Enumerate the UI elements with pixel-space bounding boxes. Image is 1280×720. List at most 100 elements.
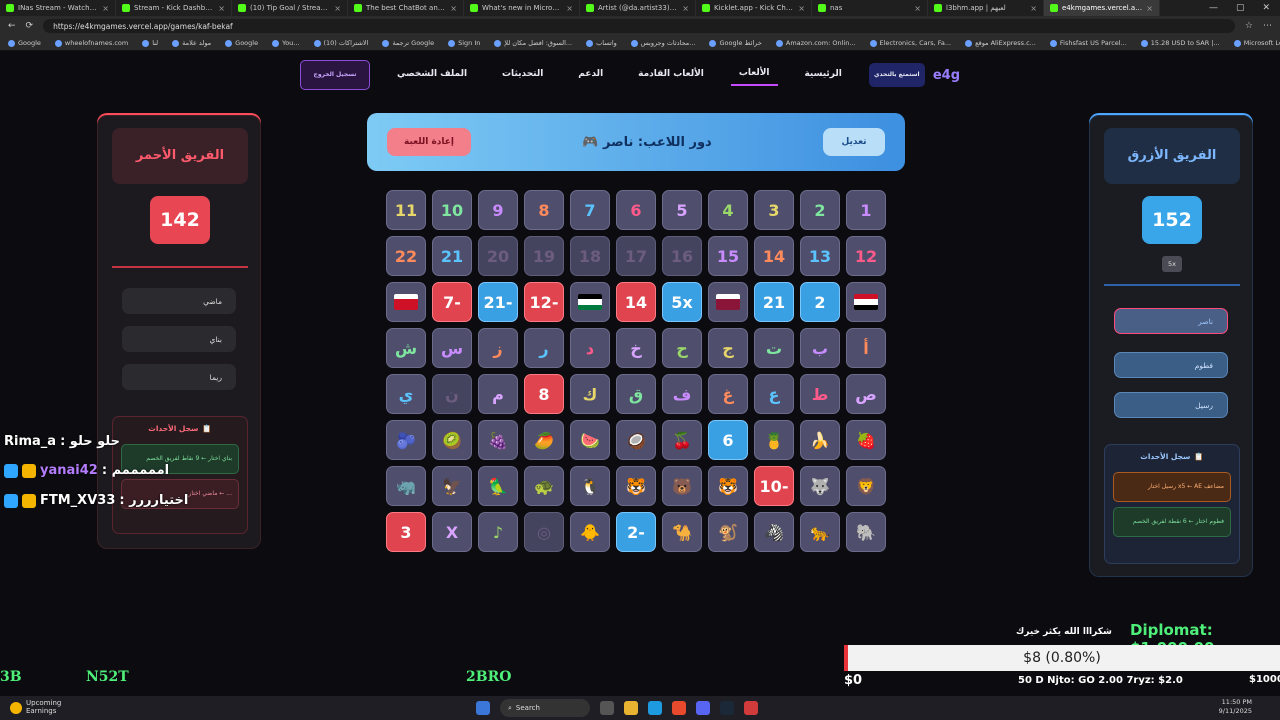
- board-cell[interactable]: س: [432, 328, 472, 368]
- close-icon[interactable]: ✕: [1262, 3, 1270, 13]
- bookmark[interactable]: wheelofnames.com: [54, 39, 128, 47]
- board-cell[interactable]: 6: [708, 420, 748, 460]
- reset-game-button[interactable]: إعادة اللعبة: [387, 128, 471, 156]
- board-cell[interactable]: ت: [754, 328, 794, 368]
- close-tab-icon[interactable]: ×: [334, 4, 341, 13]
- bookmark[interactable]: Microsoft Learning: [1233, 39, 1280, 47]
- board-cell[interactable]: 🐯: [616, 466, 656, 506]
- board-cell[interactable]: 🍓: [846, 420, 886, 460]
- board-cell[interactable]: 15: [708, 236, 748, 276]
- board-cell[interactable]: 3: [754, 190, 794, 230]
- nav-home[interactable]: الرئيسية: [796, 65, 849, 85]
- board-cell[interactable]: ص: [846, 374, 886, 414]
- bookmark[interactable]: Sign In: [448, 39, 480, 47]
- board-cell[interactable]: 🐪: [662, 512, 702, 552]
- red-player-2[interactable]: بناي: [122, 326, 236, 352]
- board-cell[interactable]: ط: [800, 374, 840, 414]
- board-cell[interactable]: 21: [754, 282, 794, 322]
- board-cell[interactable]: 19: [524, 236, 564, 276]
- browser-tab[interactable]: INas Stream - Watch Live on Ki... ×: [0, 0, 116, 16]
- board-cell[interactable]: 14: [616, 282, 656, 322]
- board-cell[interactable]: ق: [616, 374, 656, 414]
- board-cell[interactable]: 2: [800, 282, 840, 322]
- edge-icon[interactable]: [648, 701, 662, 715]
- refresh-icon[interactable]: ⟳: [26, 21, 34, 31]
- blue-player-2[interactable]: فطوم: [1114, 352, 1228, 378]
- browser-tab[interactable]: Stream - Kick Dashboard ×: [116, 0, 232, 16]
- red-player-3[interactable]: ريما: [122, 364, 236, 390]
- close-tab-icon[interactable]: ×: [914, 4, 921, 13]
- board-cell[interactable]: 16: [662, 236, 702, 276]
- nav-profile[interactable]: الملف الشخصي: [389, 65, 475, 85]
- edit-button[interactable]: تعديل: [823, 128, 885, 156]
- board-cell[interactable]: 7: [570, 190, 610, 230]
- board-cell[interactable]: 14: [754, 236, 794, 276]
- board-cell[interactable]: 🐆: [800, 512, 840, 552]
- board-cell[interactable]: 🐥: [570, 512, 610, 552]
- board-cell[interactable]: 8: [524, 190, 564, 230]
- board-cell[interactable]: 18: [570, 236, 610, 276]
- board-cell[interactable]: ب: [800, 328, 840, 368]
- board-cell[interactable]: ش: [386, 328, 426, 368]
- board-cell[interactable]: م: [478, 374, 518, 414]
- board-cell[interactable]: 🍌: [800, 420, 840, 460]
- board-cell[interactable]: ز: [478, 328, 518, 368]
- board-cell[interactable]: 10: [432, 190, 472, 230]
- bookmark[interactable]: 15.28 USD to SAR |...: [1140, 39, 1220, 47]
- close-tab-icon[interactable]: ×: [102, 4, 109, 13]
- bookmark[interactable]: واتساب: [586, 39, 617, 47]
- board-cell[interactable]: 🫐: [386, 420, 426, 460]
- board-cell[interactable]: 🍒: [662, 420, 702, 460]
- board-cell[interactable]: غ: [708, 374, 748, 414]
- close-tab-icon[interactable]: ×: [218, 4, 225, 13]
- board-cell[interactable]: 🐻: [662, 466, 702, 506]
- browser-tab[interactable]: Artist (@da.artist33) | Tik... ×: [580, 0, 696, 16]
- board-cell[interactable]: 5x: [662, 282, 702, 322]
- board-cell[interactable]: 🐢: [524, 466, 564, 506]
- board-cell[interactable]: 🦏: [386, 466, 426, 506]
- browser-tab[interactable]: (10) Tip Goal / Streamlabs ×: [232, 0, 348, 16]
- board-cell[interactable]: 🦓: [754, 512, 794, 552]
- board-cell[interactable]: ◎: [524, 512, 564, 552]
- discord-icon[interactable]: [696, 701, 710, 715]
- blue-player-1[interactable]: ناصر: [1114, 308, 1228, 334]
- close-tab-icon[interactable]: ×: [450, 4, 457, 13]
- bookmark[interactable]: Electronics, Cars, Fa...: [869, 39, 951, 47]
- logout-button[interactable]: تسجيل الخروج: [300, 60, 370, 90]
- board-cell[interactable]: ك: [570, 374, 610, 414]
- weather-widget[interactable]: Upcoming Earnings: [0, 700, 160, 715]
- board-cell[interactable]: ح: [662, 328, 702, 368]
- board-cell[interactable]: 10-: [754, 466, 794, 506]
- obs-icon[interactable]: [744, 701, 758, 715]
- board-cell[interactable]: 5: [662, 190, 702, 230]
- board-cell[interactable]: 🐺: [800, 466, 840, 506]
- close-tab-icon[interactable]: ×: [1030, 4, 1037, 13]
- browser-tab[interactable]: l3bhm.app | لعبهم ×: [928, 0, 1044, 16]
- taskbar-search[interactable]: ⌕ Search: [500, 699, 590, 717]
- browser-tab[interactable]: The best ChatBot and Widgets... ×: [348, 0, 464, 16]
- board-cell[interactable]: ج: [708, 328, 748, 368]
- board-cell[interactable]: خ: [616, 328, 656, 368]
- board-cell[interactable]: 6: [616, 190, 656, 230]
- extensions-icon[interactable]: ⋯: [1263, 21, 1272, 31]
- board-cell[interactable]: 🍉: [570, 420, 610, 460]
- task-view-icon[interactable]: [600, 701, 614, 715]
- board-cell[interactable]: X: [432, 512, 472, 552]
- board-cell[interactable]: [386, 282, 426, 322]
- board-cell[interactable]: 2-: [616, 512, 656, 552]
- board-cell[interactable]: 8: [524, 374, 564, 414]
- board-cell[interactable]: 🐒: [708, 512, 748, 552]
- browser-tab[interactable]: What's new in Microsoft Edge×: [464, 0, 580, 16]
- bookmark[interactable]: موقع AliExpress.c...: [965, 39, 1036, 47]
- browser-tab[interactable]: Kicklet.app - Kick Chatbot and ... ×: [696, 0, 812, 16]
- board-cell[interactable]: 🐯: [708, 466, 748, 506]
- board-cell[interactable]: 3: [386, 512, 426, 552]
- close-tab-icon[interactable]: ×: [682, 4, 689, 13]
- board-cell[interactable]: [846, 282, 886, 322]
- steam-icon[interactable]: [720, 701, 734, 715]
- board-cell[interactable]: 🍇: [478, 420, 518, 460]
- bookmark[interactable]: You...: [272, 39, 300, 47]
- nav-support[interactable]: الدعم: [570, 65, 611, 85]
- board-cell[interactable]: 🦅: [432, 466, 472, 506]
- favorite-star-icon[interactable]: ☆: [1245, 21, 1253, 31]
